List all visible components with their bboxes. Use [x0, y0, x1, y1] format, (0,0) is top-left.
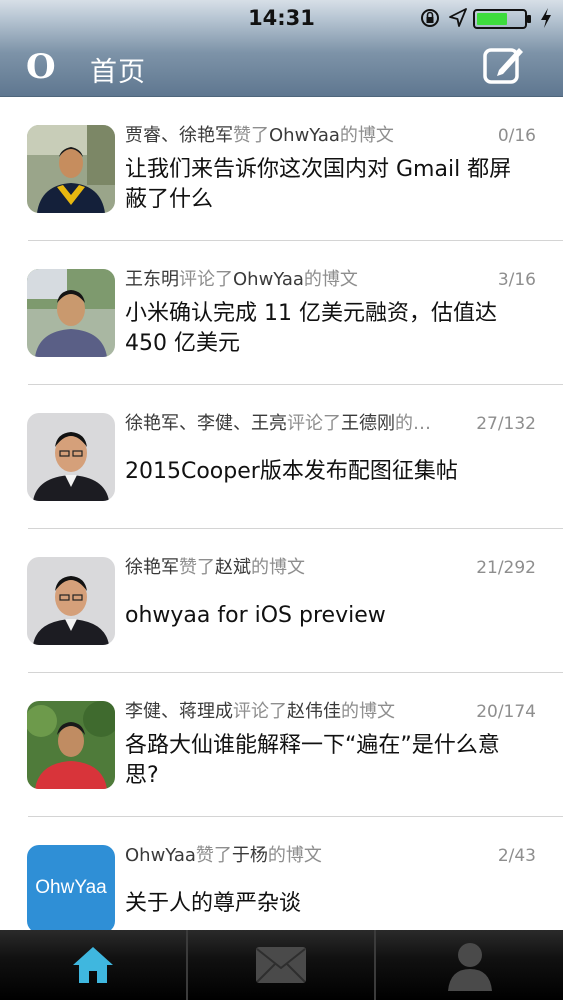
- activity-action: 赞了: [195, 845, 232, 866]
- activity-count: 21/292: [476, 558, 536, 578]
- activity-target[interactable]: OhwYaa: [269, 125, 340, 146]
- activity-users[interactable]: 徐艳军、李健、王亮: [125, 413, 287, 434]
- messages-icon: [256, 947, 306, 983]
- activity-action: 评论了: [179, 269, 233, 290]
- activity-users[interactable]: 李健、蒋理成: [125, 701, 233, 722]
- activity-summary: OhwYaa赞了于杨的博文: [125, 843, 455, 869]
- post-title[interactable]: 让我们来告诉你这次国内对 Gmail 都屏蔽了什么: [125, 155, 525, 215]
- tab-separator: [374, 930, 376, 1000]
- activity-suffix: 的博文: [303, 269, 358, 290]
- feed-list[interactable]: 贾睿、徐艳军赞了OhwYaa的博文 0/16 让我们来告诉你这次国内对 Gmai…: [0, 97, 563, 930]
- activity-action: 赞了: [179, 557, 215, 578]
- feed-item[interactable]: OhwYaa OhwYaa赞了于杨的博文 2/43 关于人的尊严杂谈: [0, 817, 563, 930]
- activity-summary: 徐艳军赞了赵斌的博文: [125, 555, 455, 581]
- activity-target[interactable]: 王德刚: [341, 413, 395, 434]
- avatar[interactable]: [27, 413, 115, 501]
- feed-item[interactable]: 徐艳军赞了赵斌的博文 21/292 ohwyaa for iOS preview: [0, 529, 563, 673]
- avatar[interactable]: [27, 701, 115, 789]
- activity-users[interactable]: 王东明: [125, 269, 179, 290]
- post-title[interactable]: ohwyaa for iOS preview: [125, 601, 525, 631]
- home-icon: [73, 947, 113, 983]
- activity-users[interactable]: OhwYaa: [125, 845, 196, 866]
- activity-summary: 贾睿、徐艳军赞了OhwYaa的博文: [125, 123, 455, 149]
- feed-item[interactable]: 李健、蒋理成评论了赵伟佳的博文 20/174 各路大仙谁能解释一下“遍在”是什么…: [0, 673, 563, 817]
- activity-action: 评论了: [287, 413, 341, 434]
- activity-count: 2/43: [497, 846, 536, 866]
- tab-home[interactable]: [0, 930, 186, 1000]
- charging-icon: [541, 8, 551, 28]
- activity-action: 赞了: [233, 125, 269, 146]
- post-title[interactable]: 各路大仙谁能解释一下“遍在”是什么意思?: [125, 731, 525, 791]
- avatar[interactable]: [27, 269, 115, 357]
- activity-summary: 徐艳军、李健、王亮评论了王德刚的…: [125, 411, 455, 437]
- activity-suffix: 的…: [395, 413, 431, 434]
- activity-count: 27/132: [476, 414, 536, 434]
- activity-suffix: 的博文: [267, 845, 322, 866]
- avatar[interactable]: [27, 557, 115, 645]
- activity-suffix: 的博文: [341, 701, 395, 722]
- avatar[interactable]: [27, 125, 115, 213]
- activity-suffix: 的博文: [339, 125, 394, 146]
- app-header: 14:31 O 首页: [0, 0, 563, 97]
- activity-action: 评论了: [233, 701, 287, 722]
- page-title: 首页: [90, 57, 146, 88]
- battery-icon: [473, 9, 531, 29]
- tab-messages[interactable]: [188, 930, 374, 1000]
- activity-target[interactable]: 于杨: [232, 845, 268, 866]
- orientation-lock-icon: [421, 9, 439, 27]
- activity-count: 20/174: [476, 702, 536, 722]
- activity-target[interactable]: OhwYaa: [233, 269, 304, 290]
- activity-users[interactable]: 徐艳军: [125, 557, 179, 578]
- post-title[interactable]: 2015Cooper版本发布配图征集帖: [125, 457, 525, 487]
- location-icon: [449, 8, 467, 27]
- ohwyaa-logo-text: OhwYaa: [35, 877, 107, 898]
- profile-icon: [448, 943, 492, 991]
- feed-item[interactable]: 贾睿、徐艳军赞了OhwYaa的博文 0/16 让我们来告诉你这次国内对 Gmai…: [0, 97, 563, 241]
- ohwyaa-logo[interactable]: OhwYaa: [27, 845, 115, 930]
- activity-count: 3/16: [497, 270, 536, 290]
- compose-icon[interactable]: [483, 44, 525, 86]
- activity-users[interactable]: 贾睿、徐艳军: [125, 125, 233, 146]
- activity-target[interactable]: 赵斌: [215, 557, 251, 578]
- activity-summary: 王东明评论了OhwYaa的博文: [125, 267, 455, 293]
- tab-profile[interactable]: [377, 930, 563, 1000]
- activity-count: 0/16: [497, 126, 536, 146]
- feed-item[interactable]: 王东明评论了OhwYaa的博文 3/16 小米确认完成 11 亿美元融资，估值达…: [0, 241, 563, 385]
- activity-summary: 李健、蒋理成评论了赵伟佳的博文: [125, 699, 455, 725]
- post-title[interactable]: 关于人的尊严杂谈: [125, 889, 525, 919]
- app-logo[interactable]: O: [26, 49, 56, 85]
- tab-bar: [0, 930, 563, 1000]
- post-title[interactable]: 小米确认完成 11 亿美元融资，估值达 450 亿美元: [125, 299, 525, 359]
- feed-item[interactable]: 徐艳军、李健、王亮评论了王德刚的… 27/132 2015Cooper版本发布配…: [0, 385, 563, 529]
- activity-target[interactable]: 赵伟佳: [287, 701, 341, 722]
- activity-suffix: 的博文: [251, 557, 305, 578]
